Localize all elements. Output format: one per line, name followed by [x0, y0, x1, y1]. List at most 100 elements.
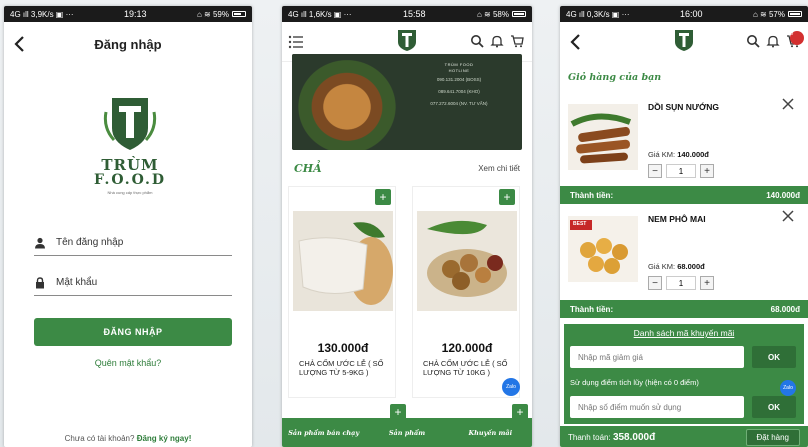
logo-icon[interactable]: [673, 28, 695, 52]
app-header: Đăng nhập: [4, 22, 252, 66]
decrease-button[interactable]: −: [648, 164, 662, 178]
quantity-value[interactable]: 1: [666, 276, 696, 290]
cart-item: DỒI SỤN NƯỚNG Giá KM: 140.000đ − 1 +: [564, 92, 804, 192]
banner-contact: TRÙM FOOD HOTLINE 090.131.2004 (BOSS) 08…: [404, 62, 514, 110]
password-field[interactable]: Mật khẩu: [34, 270, 232, 296]
item-subtotal-bar: Thành tiền: 140.000đ: [560, 186, 808, 204]
status-time: 15:58: [403, 9, 426, 19]
bottom-nav: Sản phẩm bán chạy Sản phẩm Khuyến mãi: [282, 418, 532, 447]
logo-tagline: Nhà cung cấp thực phẩm: [107, 190, 153, 195]
status-left: 4G ıll 3,9K/s ▣ ···: [10, 9, 74, 19]
points-input[interactable]: Nhập số điểm muốn sử dụng: [570, 396, 744, 418]
login-button[interactable]: ĐĂNG NHẬP: [34, 318, 232, 346]
product-card[interactable]: + 130.000đ CHẢ CỐM ƯỚC LỄ ( SỐ LƯỢNG TỪ …: [288, 186, 396, 398]
item-price: Giá KM: 140.000đ: [648, 150, 709, 159]
logo-icon[interactable]: [396, 28, 418, 52]
add-to-cart-button[interactable]: +: [499, 189, 515, 205]
quantity-stepper: − 1 +: [648, 276, 714, 290]
section-title: CHẢ: [294, 162, 322, 175]
battery-icon: [231, 11, 246, 17]
add-to-cart-button[interactable]: +: [375, 189, 391, 205]
register-link[interactable]: Đăng ký ngay!: [137, 434, 192, 443]
increase-button[interactable]: +: [700, 164, 714, 178]
nav-best-sellers[interactable]: Sản phẩm bán chạy: [282, 418, 365, 447]
header-actions: [470, 34, 524, 48]
product-name: CHẢ CỐM ƯỚC LỄ ( SỐ LƯỢNG TỪ 5-9KG ): [299, 359, 384, 377]
banner-phone: 077.272.6004 (NV. TƯ VẤN): [430, 101, 488, 106]
logo-line-2: F.O.O.D: [93, 172, 167, 188]
brand-logo: TRÙM F.O.O.D Nhà cung cấp thực phẩm: [88, 94, 172, 206]
subtotal-label: Thành tiền:: [570, 190, 614, 200]
close-icon[interactable]: [782, 98, 794, 110]
page-title: Đăng nhập: [94, 36, 162, 52]
quantity-stepper: − 1 +: [648, 164, 714, 178]
promo-list-link[interactable]: Danh sách mã khuyến mãi: [564, 328, 804, 338]
checkout-bar: Thanh toán: 358.000đ Đặt hàng: [560, 426, 808, 447]
increase-button[interactable]: +: [700, 276, 714, 290]
section-header: CHẢ Xem chi tiết: [294, 162, 520, 175]
status-bar: 4G ıll 0,3K/s ▣ ··· 16:00 ⌂ ≋ 57%: [560, 6, 808, 22]
apply-points-button[interactable]: OK: [752, 396, 796, 418]
promo-panel: Danh sách mã khuyến mãi Nhập mã giảm giá…: [564, 324, 804, 424]
status-right: ⌂ ≋ 59%: [197, 10, 246, 19]
payment-total: Thanh toán: 358.000đ: [568, 431, 656, 443]
decrease-button[interactable]: −: [648, 276, 662, 290]
shield-logo-icon: [103, 98, 157, 150]
signup-row: Chưa có tài khoản? Đăng ký ngay!: [4, 434, 252, 443]
bell-icon[interactable]: [490, 34, 504, 48]
subtotal-value: 68.000đ: [770, 304, 800, 314]
item-name: NEM PHÔ MAI: [648, 214, 706, 224]
cart-count-badge: 0: [790, 31, 804, 45]
status-right: ⌂ ≋ 57%: [753, 10, 802, 19]
password-placeholder: Mật khẩu: [56, 277, 98, 288]
menu-icon[interactable]: [288, 34, 304, 50]
banner-phone: 089.641.7004 (KHO): [438, 89, 480, 94]
zalo-chat-button[interactable]: Zalo: [502, 378, 520, 396]
status-bar: 4G ıll 1,6K/s ▣ ··· 15:58 ⌂ ≋ 58%: [282, 6, 532, 22]
item-subtotal-bar: Thành tiền: 68.000đ: [560, 300, 808, 318]
back-arrow-icon[interactable]: [568, 32, 584, 52]
quantity-value[interactable]: 1: [666, 164, 696, 178]
close-icon[interactable]: [782, 210, 794, 222]
subtotal-value: 140.000đ: [766, 190, 800, 200]
cart-screen: 4G ıll 0,3K/s ▣ ··· 16:00 ⌂ ≋ 57% 0 Giỏ …: [560, 6, 808, 447]
product-card[interactable]: + 120.000đ CHẢ CỐM ƯỚC LỄ ( SỐ LƯỢNG TỪ …: [412, 186, 520, 398]
cart-icon[interactable]: [510, 34, 524, 48]
nav-products[interactable]: Sản phẩm: [365, 418, 448, 447]
item-price: Giá KM: 68.000đ: [648, 262, 705, 271]
apply-promo-button[interactable]: OK: [752, 346, 796, 368]
battery-icon: [511, 11, 526, 17]
cart-title: Giỏ hàng của bạn: [568, 72, 662, 83]
points-note: Sử dụng điểm tích lũy (hiện có 0 điểm): [570, 378, 699, 387]
subtotal-label: Thành tiền:: [570, 304, 614, 314]
lock-icon: [36, 276, 44, 288]
status-bar: 4G ıll 3,9K/s ▣ ··· 19:13 ⌂ ≋ 59%: [4, 6, 252, 22]
product-name: CHẢ CỐM ƯỚC LỄ ( SỐ LƯỢNG TỪ 10KG ): [423, 359, 508, 377]
back-arrow-icon[interactable]: [12, 34, 28, 54]
search-icon[interactable]: [746, 34, 760, 48]
cart-icon[interactable]: 0: [786, 31, 804, 48]
username-field[interactable]: Tên đăng nhập: [34, 230, 232, 256]
forgot-password-link[interactable]: Quên mật khẩu?: [4, 358, 252, 368]
status-time: 19:13: [124, 9, 147, 19]
promo-banner[interactable]: TRÙM FOOD HOTLINE 090.131.2004 (BOSS) 08…: [292, 54, 522, 150]
status-time: 16:00: [680, 9, 703, 19]
no-account-text: Chưa có tài khoản?: [64, 434, 135, 443]
banner-phone: 090.131.2004 (BOSS): [436, 77, 482, 82]
see-more-link[interactable]: Xem chi tiết: [478, 164, 520, 173]
place-order-button[interactable]: Đặt hàng: [745, 428, 800, 446]
promo-code-input[interactable]: Nhập mã giảm giá: [570, 346, 744, 368]
zalo-chat-button[interactable]: Zalo: [780, 380, 796, 396]
product-image: [568, 104, 638, 170]
product-image: [417, 211, 517, 311]
username-placeholder: Tên đăng nhập: [56, 237, 124, 248]
nav-promotions[interactable]: Khuyến mãi: [449, 418, 532, 447]
bell-icon[interactable]: [766, 34, 780, 48]
header-actions: 0: [746, 31, 804, 48]
product-price: 120.000đ: [441, 341, 493, 355]
product-price: 130.000đ: [317, 341, 369, 355]
user-icon: [35, 237, 45, 248]
status-right: ⌂ ≋ 58%: [477, 10, 526, 19]
product-image: [293, 211, 393, 311]
search-icon[interactable]: [470, 34, 484, 48]
